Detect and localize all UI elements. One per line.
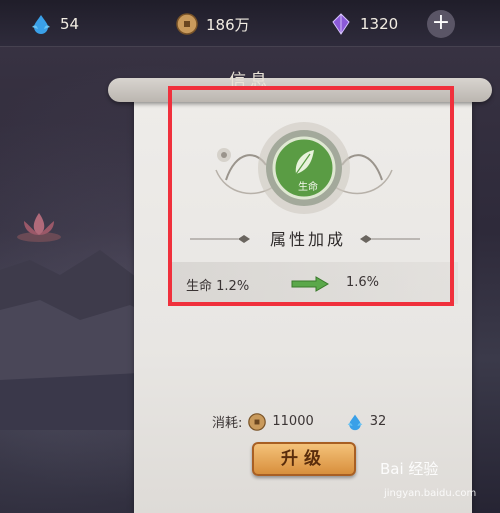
- baidu-watermark: Bai 经验: [380, 458, 438, 479]
- plus-icon: +: [431, 10, 451, 35]
- cost-drop-amount: 32: [369, 414, 387, 429]
- lotus-decoration: [17, 213, 61, 242]
- watermark-url: jingyan.baidu.com: [384, 488, 477, 499]
- copper-coin-icon: [176, 13, 198, 35]
- water-drop-icon: [32, 15, 50, 34]
- upgrade-cost: 消耗: 11000 32: [212, 412, 386, 431]
- add-currency-button[interactable]: +: [427, 10, 455, 38]
- crystal-count: 1320: [360, 15, 399, 33]
- purple-crystal-icon: [332, 13, 350, 35]
- topbar-divider: [0, 46, 500, 47]
- resource-coin: 186万: [176, 11, 250, 37]
- highlight-frame: [168, 86, 454, 306]
- water-count: 54: [60, 15, 80, 33]
- resource-water: 54: [30, 11, 79, 37]
- copper-coin-icon: [248, 412, 267, 431]
- upgrade-button[interactable]: 升级: [252, 442, 356, 476]
- coin-count: 186万: [206, 15, 250, 34]
- water-drop-icon: [347, 414, 363, 430]
- cost-coin-amount: 11000: [272, 414, 314, 429]
- resource-crystal: 1320: [330, 11, 398, 37]
- watermark-brand: Bai 经验: [380, 460, 439, 478]
- cost-label: 消耗:: [212, 416, 243, 431]
- resource-bar: 54 186万 1320 +: [0, 0, 500, 46]
